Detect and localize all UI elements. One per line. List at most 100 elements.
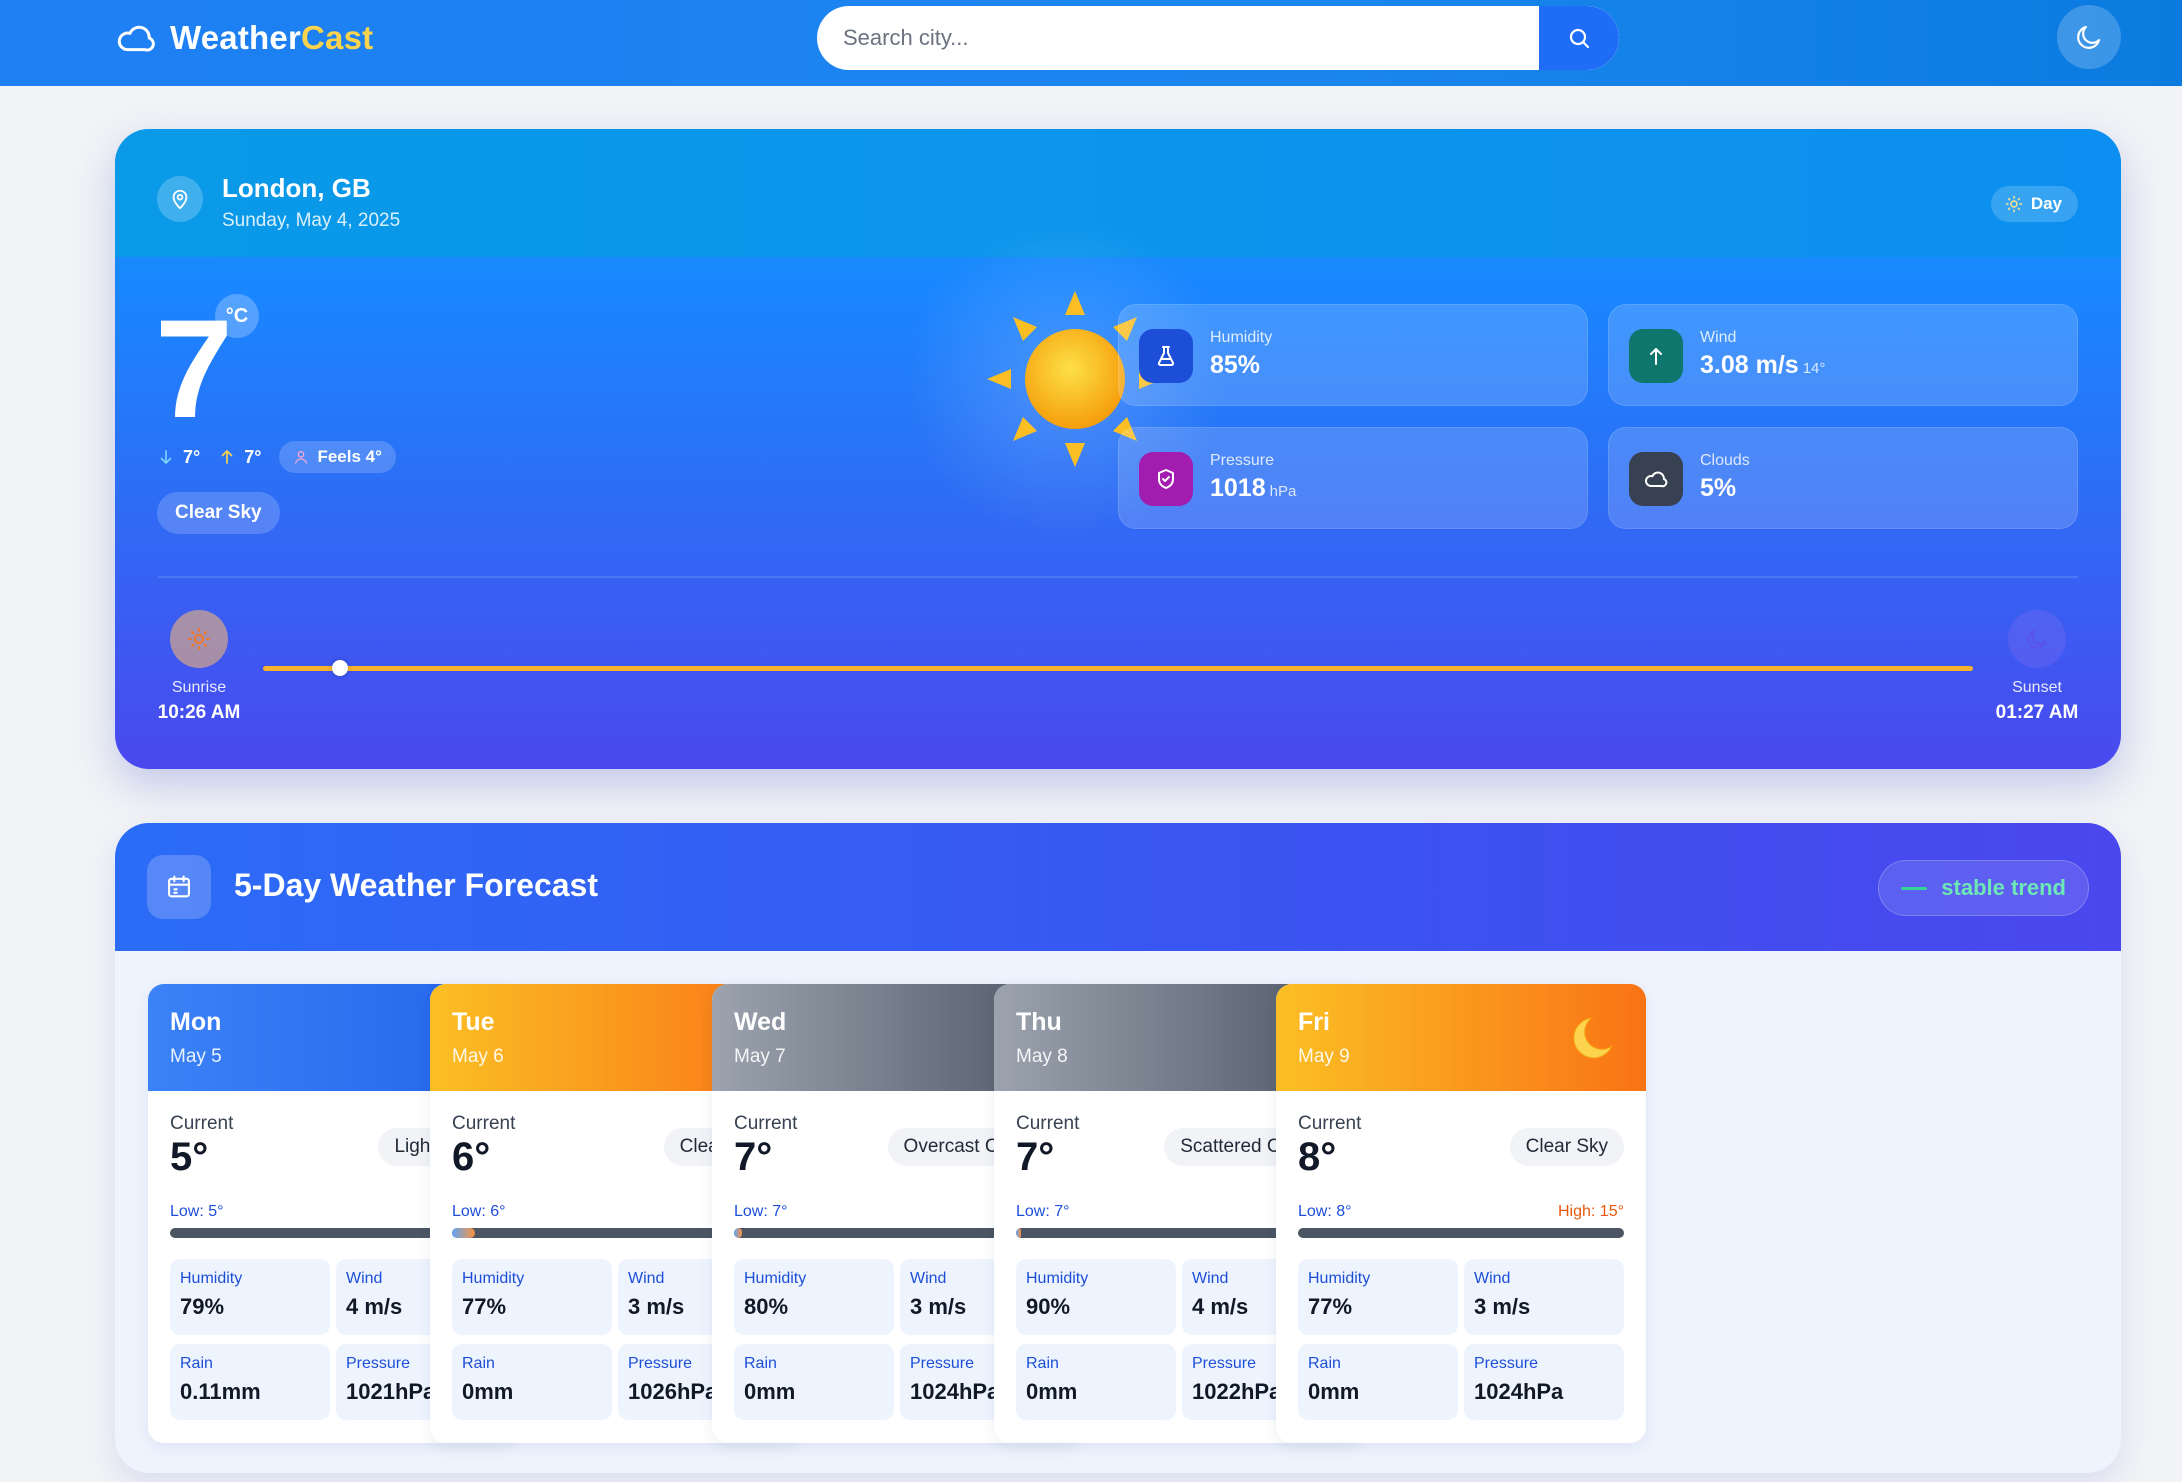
humidity-value: 77% bbox=[1308, 1294, 1353, 1319]
pressure-label: Pressure bbox=[346, 1355, 411, 1372]
moon-icon bbox=[2077, 25, 2101, 49]
humidity-value: 80% bbox=[744, 1294, 789, 1319]
rain-tile: Rain 0mm bbox=[734, 1344, 894, 1420]
day-temperature: 7° bbox=[734, 1135, 773, 1179]
humidity-stat: Humidity 85% bbox=[1118, 304, 1588, 406]
moon-icon bbox=[1568, 1008, 1628, 1068]
daylight-track bbox=[263, 660, 1973, 676]
humidity-value: 79% bbox=[180, 1294, 225, 1319]
wind-value: 4 m/s bbox=[346, 1294, 403, 1319]
rain-value: 0mm bbox=[1308, 1379, 1360, 1404]
low-temp: Low: 7° bbox=[734, 1203, 788, 1220]
flask-icon bbox=[1139, 329, 1193, 383]
current-label: Current bbox=[452, 1113, 516, 1134]
clouds-label: Clouds bbox=[1700, 452, 1750, 469]
current-label: Current bbox=[1298, 1113, 1362, 1134]
current-label: Current bbox=[170, 1113, 234, 1134]
rain-tile: Rain 0mm bbox=[1298, 1344, 1458, 1420]
min-temp: 7° bbox=[157, 447, 200, 468]
humidity-value: 77% bbox=[462, 1294, 507, 1319]
pressure-label: Pressure bbox=[1474, 1355, 1539, 1372]
temp-range-fill bbox=[734, 1228, 743, 1238]
pressure-label: Pressure bbox=[1210, 452, 1275, 469]
humidity-value: 85% bbox=[1210, 351, 1261, 379]
person-icon bbox=[295, 451, 308, 464]
rain-label: Rain bbox=[1026, 1355, 1059, 1372]
feels-like-value: Feels 4° bbox=[317, 447, 382, 466]
rain-value: 0mm bbox=[1026, 1379, 1078, 1404]
rain-tile: Rain 0.11mm bbox=[170, 1344, 330, 1420]
day-name: Thu bbox=[1016, 1008, 1062, 1036]
wind-stat: Wind 3.08 m/s 14° bbox=[1608, 304, 2078, 406]
sunrise-time: 10:26 AM bbox=[157, 702, 241, 723]
wind-label: Wind bbox=[910, 1270, 947, 1287]
search-button[interactable] bbox=[1539, 6, 1619, 70]
rain-label: Rain bbox=[1308, 1355, 1341, 1372]
sunset-label: Sunset bbox=[2012, 679, 2062, 696]
clouds-value: 5% bbox=[1700, 474, 1737, 502]
brand-name: WeatherCast bbox=[170, 19, 374, 56]
min-temp-value: 7° bbox=[183, 446, 201, 467]
rain-value: 0mm bbox=[744, 1379, 796, 1404]
temp-range-fill bbox=[1016, 1228, 1021, 1238]
humidity-label: Humidity bbox=[744, 1270, 807, 1287]
cloud-logo-icon bbox=[117, 25, 155, 52]
rain-label: Rain bbox=[180, 1355, 213, 1372]
day-temperature: 7° bbox=[1016, 1135, 1055, 1179]
wind-tile: Wind 3 m/s bbox=[1464, 1259, 1624, 1335]
wind-direction-value: 14° bbox=[1802, 360, 1826, 377]
location-name: London, GB bbox=[222, 173, 371, 203]
search-input[interactable] bbox=[817, 6, 1539, 70]
current-date: Sunday, May 4, 2025 bbox=[222, 210, 401, 231]
day-badge-label: Day bbox=[2030, 194, 2062, 213]
trend-badge[interactable]: stable trend bbox=[1878, 860, 2089, 916]
humidity-label: Humidity bbox=[1308, 1270, 1371, 1287]
pressure-label: Pressure bbox=[628, 1355, 693, 1372]
humidity-label: Humidity bbox=[180, 1270, 243, 1287]
wind-label: Wind bbox=[346, 1270, 383, 1287]
wind-label: Wind bbox=[1474, 1270, 1511, 1287]
current-weather-card: London, GB Sunday, May 4, 2025 Day 7 °C … bbox=[115, 129, 2121, 769]
rain-label: Rain bbox=[462, 1355, 495, 1372]
wind-value: 3 m/s bbox=[628, 1294, 685, 1319]
wind-label: Wind bbox=[1700, 329, 1737, 346]
min-max-row: 7° 7° Feels 4° bbox=[157, 441, 396, 473]
clouds-stat: Clouds 5% bbox=[1608, 427, 2078, 529]
day-temperature: 6° bbox=[452, 1135, 491, 1179]
day-night-badge: Day bbox=[1990, 186, 2078, 222]
temp-range-fill bbox=[452, 1228, 475, 1238]
rain-value: 0.11mm bbox=[180, 1379, 261, 1404]
wind-value: 3.08 m/s 14° bbox=[1700, 351, 1826, 379]
day-temperature: 8° bbox=[1298, 1135, 1337, 1179]
forecast-day-card[interactable]: Fri May 9 Current 8° Clear Sky Low: 8° High: 1… bbox=[1276, 984, 1646, 1443]
day-date: May 6 bbox=[452, 1046, 504, 1067]
wind-value: 4 m/s bbox=[1192, 1294, 1249, 1319]
day-name: Tue bbox=[452, 1008, 495, 1036]
search-bar bbox=[817, 6, 1619, 70]
arrow-down-icon bbox=[160, 450, 172, 464]
rain-tile: Rain 0mm bbox=[452, 1344, 612, 1420]
temperature-unit: °C bbox=[215, 294, 259, 338]
max-temp: 7° bbox=[218, 447, 261, 468]
low-temp: Low: 5° bbox=[170, 1203, 224, 1220]
day-date: May 7 bbox=[734, 1046, 786, 1067]
rain-label: Rain bbox=[744, 1355, 777, 1372]
pressure-value: 1022hPa bbox=[1192, 1379, 1282, 1404]
divider bbox=[158, 576, 2078, 578]
cloud-icon bbox=[1629, 452, 1683, 506]
theme-toggle-button[interactable] bbox=[2057, 5, 2121, 69]
sunrise-icon bbox=[170, 610, 228, 668]
temp-range-bar bbox=[1298, 1228, 1624, 1238]
location-pin-icon bbox=[157, 176, 203, 222]
day-name: Fri bbox=[1298, 1008, 1330, 1036]
weather-description: Clear Sky bbox=[157, 492, 280, 534]
high-temp: High: 15° bbox=[1558, 1203, 1624, 1220]
daylight-progress-marker[interactable] bbox=[331, 660, 348, 676]
humidity-tile: Humidity 80% bbox=[734, 1259, 894, 1335]
brand[interactable]: WeatherCast bbox=[116, 18, 373, 58]
day-date: May 9 bbox=[1298, 1046, 1350, 1067]
humidity-label: Humidity bbox=[1210, 329, 1273, 346]
pressure-tile: Pressure 1024hPa bbox=[1464, 1344, 1624, 1420]
day-date: May 5 bbox=[170, 1046, 222, 1067]
trend-label: stable trend bbox=[1941, 875, 2066, 900]
